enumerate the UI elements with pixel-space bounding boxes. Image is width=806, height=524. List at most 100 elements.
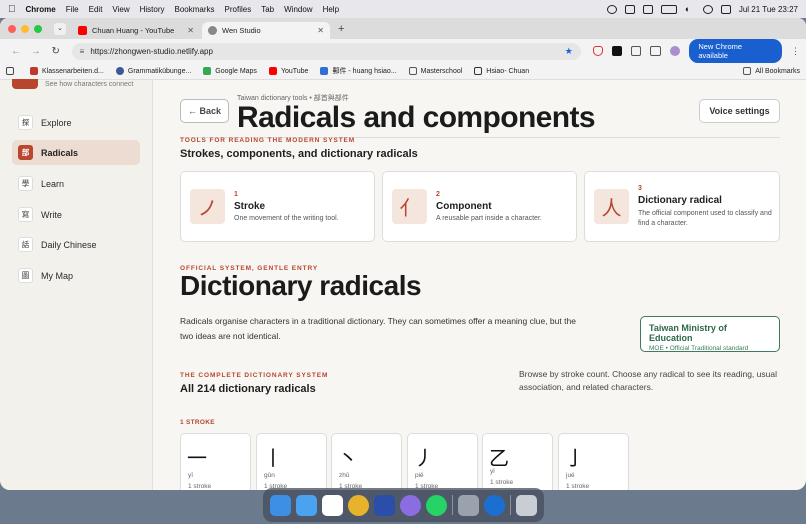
sidebar-item-my-map[interactable]: 圖 My Map	[12, 263, 140, 288]
chrome-update-button[interactable]: New Chrome available	[689, 39, 783, 63]
site-info-icon[interactable]: ≡	[80, 47, 85, 56]
sidebar-item-explore[interactable]: 探 Explore	[12, 110, 140, 135]
trash-icon[interactable]	[516, 494, 537, 516]
bookmark-mail[interactable]: 郵件 - huang hsiao...	[320, 66, 397, 76]
forward-arrow-icon[interactable]: →	[26, 46, 46, 57]
radical-card[interactable]: 丨 gǔn 1 stroke	[256, 433, 327, 490]
address-bar[interactable]: ≡ https://zhongwen-studio.netlify.app ★	[71, 42, 581, 60]
sidebar-item-label: Learn	[41, 178, 65, 189]
menu-tab[interactable]: Tab	[261, 5, 274, 14]
back-arrow-icon[interactable]: ←	[6, 46, 26, 57]
menu-help[interactable]: Help	[323, 5, 339, 14]
tab-search-icon[interactable]: ⌄	[54, 22, 66, 35]
card-dictionary-radical[interactable]: 人 3 Dictionary radical The official comp…	[584, 171, 780, 242]
apple-icon[interactable]: 	[8, 4, 16, 15]
extension-icon[interactable]	[624, 4, 635, 14]
close-tab-icon[interactable]: ✕	[317, 26, 324, 35]
bookmark-google-maps[interactable]: Google Maps	[203, 67, 257, 75]
menu-file[interactable]: File	[66, 5, 79, 14]
menu-bookmarks[interactable]: Bookmarks	[175, 5, 215, 14]
profile-avatar[interactable]	[670, 46, 681, 56]
card-title: Component	[436, 201, 492, 212]
menu-history[interactable]: History	[140, 5, 165, 14]
more-menu-icon[interactable]: ⋮	[791, 46, 800, 57]
card-title: Dictionary radical	[638, 195, 722, 206]
bookmark-grammatik[interactable]: Grammatikübunge...	[115, 67, 191, 75]
shield-extension-icon[interactable]	[592, 46, 603, 56]
menu-view[interactable]: View	[112, 5, 129, 14]
bookmark-hsiao-chuan[interactable]: Hsiao- Chuan	[474, 67, 529, 75]
radical-card[interactable]: 一 yī 1 stroke	[180, 433, 251, 490]
radicals-icon: 部	[18, 145, 33, 160]
radical-card[interactable]: 亅 jué 1 stroke	[558, 433, 629, 490]
menubar-clock[interactable]: Jul 21 Tue 23:27	[739, 5, 798, 14]
all-bookmarks[interactable]: All Bookmarks	[743, 67, 800, 75]
youtube-icon	[268, 67, 277, 75]
zoom-window-icon[interactable]	[34, 24, 42, 33]
bookmark-masterschool[interactable]: Masterschool	[408, 67, 463, 75]
section-title: Dictionary radicals	[180, 270, 422, 301]
side-panel-icon[interactable]	[649, 46, 662, 56]
tab-youtube[interactable]: Chuan Huang - YouTube ✕	[72, 22, 200, 39]
menu-edit[interactable]: Edit	[89, 5, 103, 14]
finder-icon[interactable]	[270, 494, 291, 516]
sidebar-item-label: Write	[41, 209, 62, 220]
url-text[interactable]: https://zhongwen-studio.netlify.app	[90, 47, 213, 56]
mail-icon[interactable]	[296, 494, 317, 516]
whatsapp-icon[interactable]	[426, 494, 447, 516]
moe-badge[interactable]: Taiwan Ministry of Education MOE • Offic…	[640, 316, 780, 352]
new-tab-icon[interactable]: +	[338, 23, 344, 35]
bookmark-klassenarbeiten[interactable]: Klassenarbeiten.d...	[30, 67, 104, 75]
radical-card[interactable]: 乙 yǐ 1 stroke	[482, 433, 553, 490]
brand-logo-icon[interactable]	[12, 79, 38, 89]
wifi-icon[interactable]: ◐	[685, 4, 695, 14]
page-title: Radicals and components	[237, 101, 596, 134]
voice-settings-button[interactable]: Voice settings	[699, 99, 780, 123]
back-button[interactable]: ← Back	[180, 99, 229, 123]
radical-card[interactable]: 丿 piě 1 stroke	[407, 433, 478, 490]
menu-app-name[interactable]: Chrome	[26, 5, 56, 14]
card-stroke[interactable]: ノ 1 Stroke One movement of the writing t…	[180, 171, 375, 242]
openai-icon[interactable]	[606, 4, 617, 14]
radical-glyph: 一	[187, 446, 207, 470]
control-center-icon[interactable]	[720, 4, 731, 14]
radical-glyph: 丨	[263, 446, 283, 470]
sidebar-item-learn[interactable]: 學 Learn	[12, 171, 140, 196]
radical-card[interactable]: 丶 zhǔ 1 stroke	[331, 433, 402, 490]
stroke-group-label: 1 STROKE	[180, 419, 215, 426]
card-title: Stroke	[234, 201, 266, 212]
sidebar-item-write[interactable]: 寫 Write	[12, 202, 140, 227]
menu-profiles[interactable]: Profiles	[225, 5, 252, 14]
reload-icon[interactable]: ↻	[46, 46, 66, 57]
chrome-icon[interactable]	[348, 494, 369, 516]
apps-grid-icon[interactable]	[6, 67, 18, 75]
extension-dark-icon[interactable]	[611, 46, 622, 56]
close-tab-icon[interactable]: ✕	[187, 26, 194, 35]
card-component[interactable]: 亻 2 Component A reusable part inside a c…	[382, 171, 577, 242]
sidebar: See how characters connect 探 Explore 部 R…	[0, 79, 153, 490]
radical-pinyin: jué	[566, 472, 575, 479]
bookmark-youtube[interactable]: YouTube	[268, 67, 308, 75]
notion-status-icon[interactable]	[642, 4, 653, 14]
disk-icon[interactable]	[458, 494, 479, 516]
moe-badge-title: Taiwan Ministry of Education	[649, 323, 727, 343]
browser-window: ⌄ Chuan Huang - YouTube ✕ Wen Studio ✕ +…	[0, 18, 806, 490]
main-panel: ← Back Taiwan dictionary tools • 部首與部件 R…	[153, 80, 806, 490]
menu-window[interactable]: Window	[284, 5, 312, 14]
sidebar-item-daily-chinese[interactable]: 話 Daily Chinese	[12, 232, 140, 257]
files-icon[interactable]	[374, 494, 395, 516]
sidebar-item-radicals[interactable]: 部 Radicals	[12, 140, 140, 165]
close-window-icon[interactable]	[8, 24, 16, 33]
notion-favicon-icon	[474, 67, 483, 75]
quicktime-icon[interactable]	[484, 494, 505, 516]
minimize-window-icon[interactable]	[21, 24, 29, 33]
notion-icon[interactable]	[322, 494, 343, 516]
bookmark-label: Masterschool	[420, 67, 463, 75]
messenger-icon[interactable]	[400, 494, 421, 516]
search-icon[interactable]	[702, 4, 713, 14]
puzzle-extensions-icon[interactable]	[630, 46, 641, 56]
battery-icon[interactable]	[660, 4, 677, 14]
radical-strokes: 1 stroke	[490, 479, 514, 486]
tab-wen-studio[interactable]: Wen Studio ✕	[202, 22, 330, 39]
bookmark-star-icon[interactable]: ★	[565, 46, 573, 57]
